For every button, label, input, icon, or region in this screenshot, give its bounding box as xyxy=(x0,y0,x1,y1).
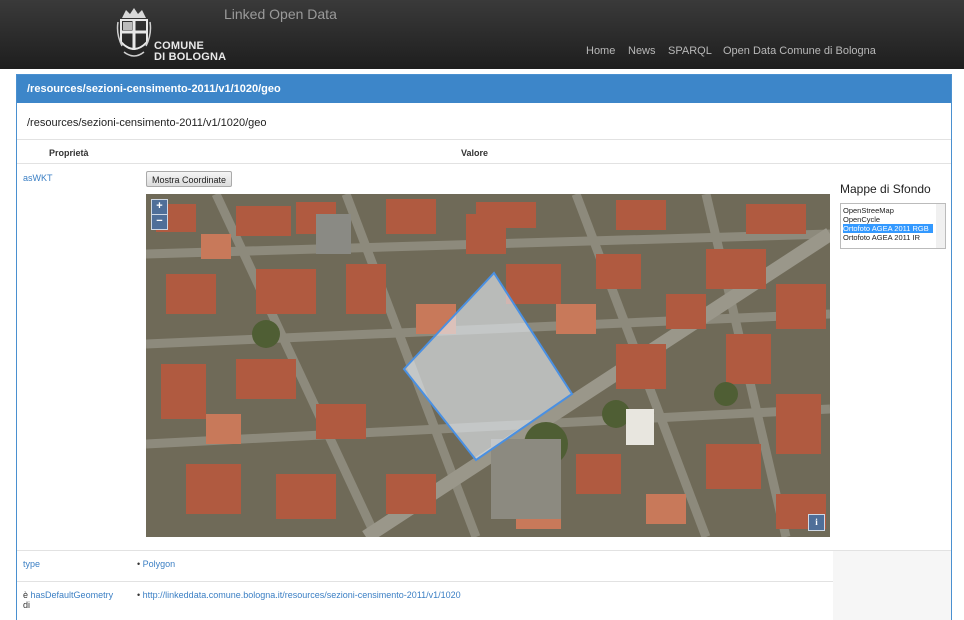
zoom-out-button[interactable]: − xyxy=(151,214,168,230)
type-value-item: • Polygon xyxy=(137,559,176,569)
nav-home[interactable]: Home xyxy=(586,45,615,57)
has-default-geometry-link[interactable]: hasDefaultGeometry xyxy=(31,590,114,600)
resource-uri: /resources/sezioni-censimento-2011/v1/10… xyxy=(27,117,267,129)
basemap-layer-list[interactable]: OpenStreeMap OpenCycle Ortofoto AGEA 201… xyxy=(840,203,946,249)
layer-option-agea-rgb[interactable]: Ortofoto AGEA 2011 RGB xyxy=(843,224,933,233)
divider xyxy=(17,581,951,582)
divider xyxy=(17,163,951,164)
comune-di-bologna-logo[interactable]: COMUNE DI BOLOGNA xyxy=(116,4,226,64)
property-aswkt[interactable]: asWKT xyxy=(23,173,53,183)
layer-option-agea-ir[interactable]: Ortofoto AGEA 2011 IR xyxy=(843,233,933,242)
panel-heading-title: /resources/sezioni-censimento-2011/v1/10… xyxy=(27,83,281,95)
layer-option-openstreemap[interactable]: OpenStreeMap xyxy=(843,206,933,215)
nav-open-data[interactable]: Open Data Comune di Bologna xyxy=(723,45,876,57)
coat-of-arms-icon xyxy=(116,8,152,57)
map-info-button[interactable]: i xyxy=(808,514,825,531)
show-coordinates-button[interactable]: Mostra Coordinate xyxy=(146,171,233,187)
divider xyxy=(17,139,951,140)
map-viewer[interactable]: + − i xyxy=(146,194,830,537)
top-header: COMUNE DI BOLOGNA Linked Open Data Home … xyxy=(0,0,964,69)
default-geometry-value-item: • http://linkeddata.comune.bologna.it/re… xyxy=(137,590,461,600)
column-header-value: Valore xyxy=(461,148,489,158)
property-has-default-geometry: è hasDefaultGeometry di xyxy=(23,590,113,610)
panel-heading: /resources/sezioni-censimento-2011/v1/10… xyxy=(17,75,951,103)
resource-panel: /resources/sezioni-censimento-2011/v1/10… xyxy=(16,74,952,620)
site-title: Linked Open Data xyxy=(224,6,337,22)
inverse-prefix: è xyxy=(23,590,29,600)
basemap-layers-title: Mappe di Sfondo xyxy=(840,182,931,196)
logo-wordmark: COMUNE DI BOLOGNA xyxy=(154,41,226,63)
divider xyxy=(17,550,951,551)
property-type[interactable]: type xyxy=(23,559,40,569)
aerial-orthophoto xyxy=(146,194,830,537)
zoom-in-button[interactable]: + xyxy=(151,199,168,215)
nav-sparql[interactable]: SPARQL xyxy=(668,45,712,57)
column-header-property: Proprietà xyxy=(49,148,89,158)
type-value-link[interactable]: Polygon xyxy=(143,559,176,569)
right-column-background xyxy=(833,551,951,620)
default-geometry-value-link[interactable]: http://linkeddata.comune.bologna.it/reso… xyxy=(143,590,461,600)
nav-news[interactable]: News xyxy=(628,45,656,57)
logo-line-2: DI BOLOGNA xyxy=(154,51,227,63)
layer-list-scrollbar[interactable] xyxy=(936,204,945,248)
layer-option-opencycle[interactable]: OpenCycle xyxy=(843,215,933,224)
inverse-suffix: di xyxy=(23,600,31,610)
